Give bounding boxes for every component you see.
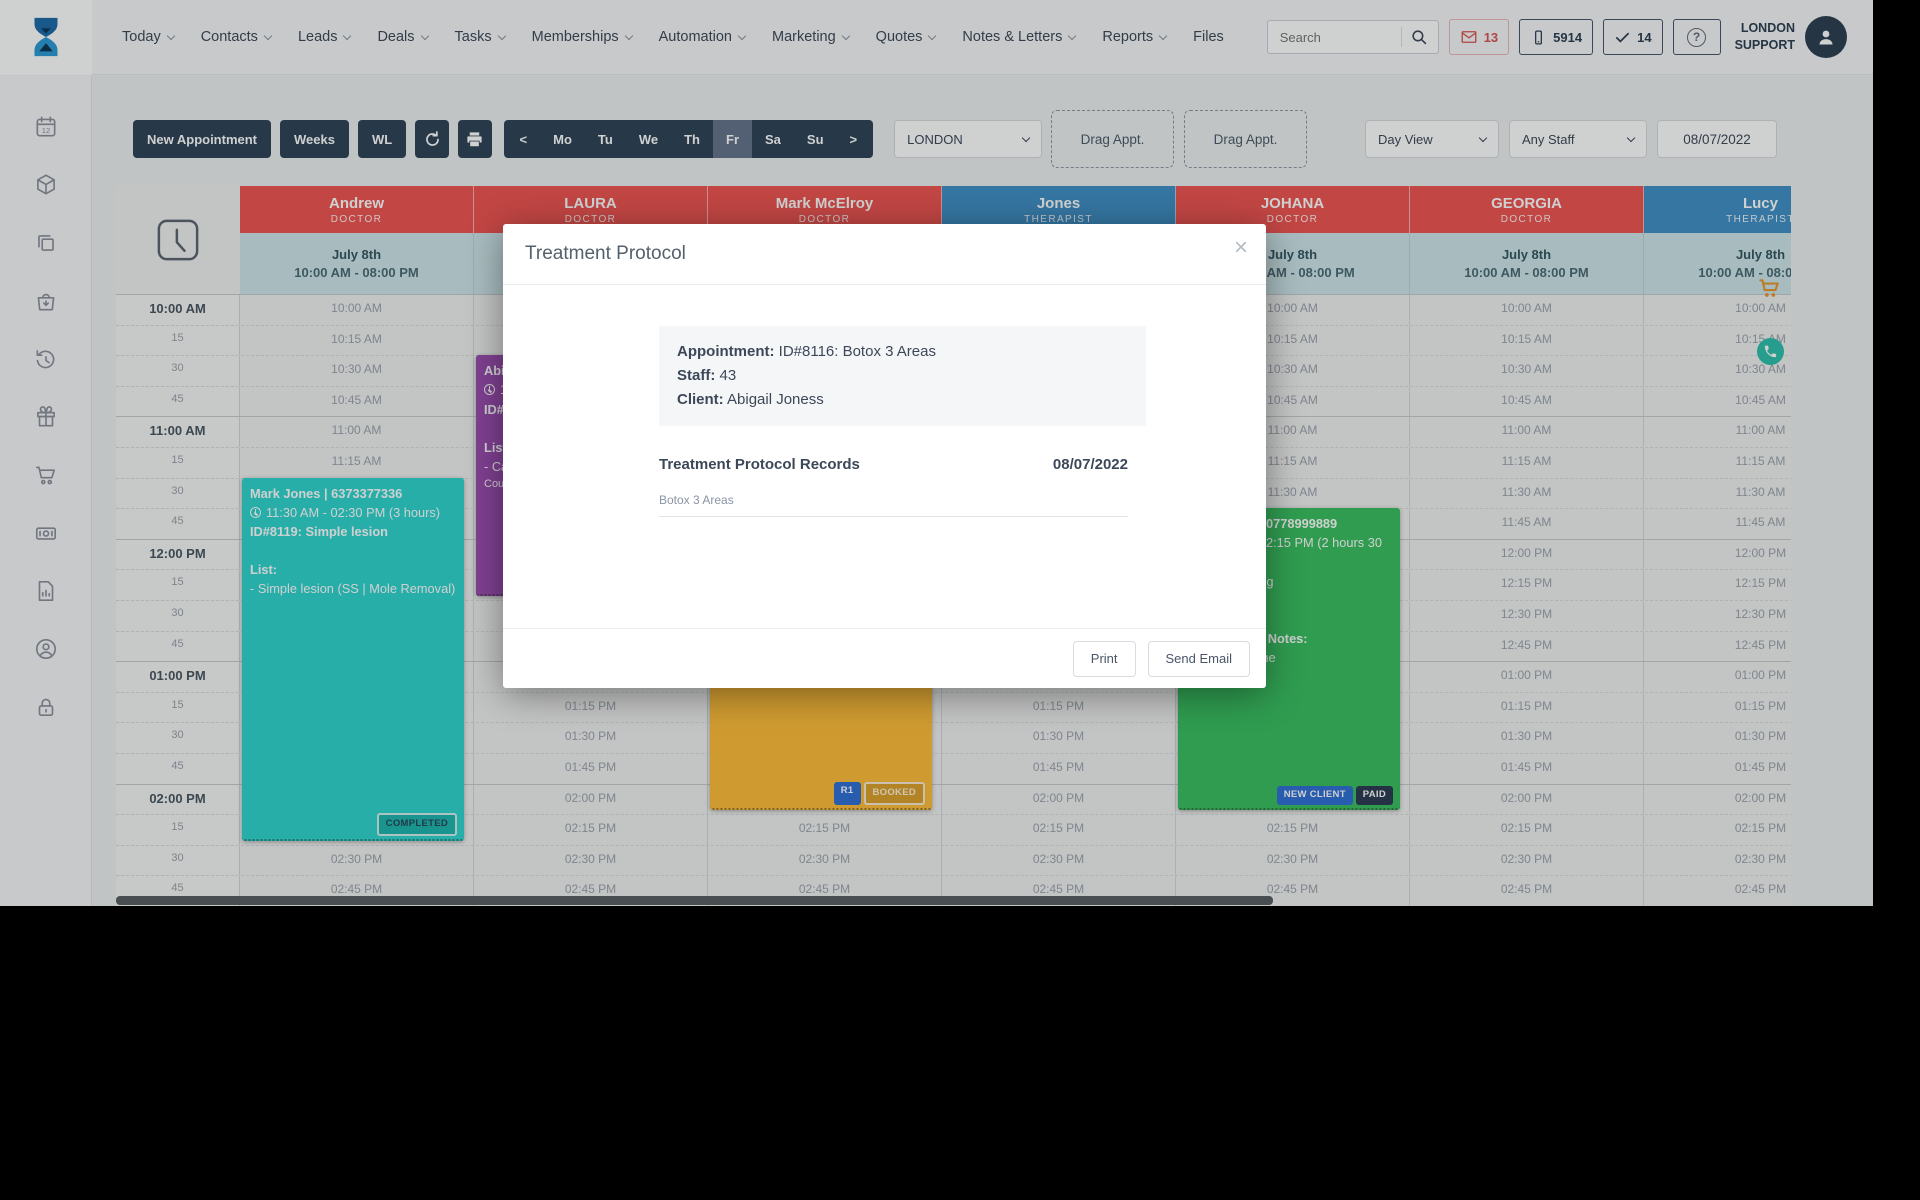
print-record-button[interactable]: Print	[1073, 641, 1136, 677]
appointment-info-box: Appointment: ID#8116: Botox 3 AreasStaff…	[659, 326, 1146, 426]
info-line-client: Client: Abigail Joness	[677, 388, 1128, 412]
send-email-button[interactable]: Send Email	[1148, 641, 1250, 677]
info-line-appointment: Appointment: ID#8116: Botox 3 Areas	[677, 340, 1128, 364]
modal-title: Treatment Protocol	[503, 224, 1266, 285]
records-row: Treatment Protocol Records 08/07/2022	[659, 456, 1128, 473]
treatment-protocol-modal: Treatment Protocol × Appointment: ID#811…	[503, 224, 1266, 688]
records-date: 08/07/2022	[1053, 456, 1128, 473]
info-line-staff: Staff: 43	[677, 364, 1128, 388]
app-window: TodayContactsLeadsDealsTasksMembershipsA…	[0, 0, 1873, 906]
record-item[interactable]: Botox 3 Areas	[659, 493, 1128, 517]
records-label: Treatment Protocol Records	[659, 456, 860, 473]
close-icon[interactable]: ×	[1234, 236, 1248, 260]
modal-footer: Print Send Email	[503, 628, 1266, 688]
